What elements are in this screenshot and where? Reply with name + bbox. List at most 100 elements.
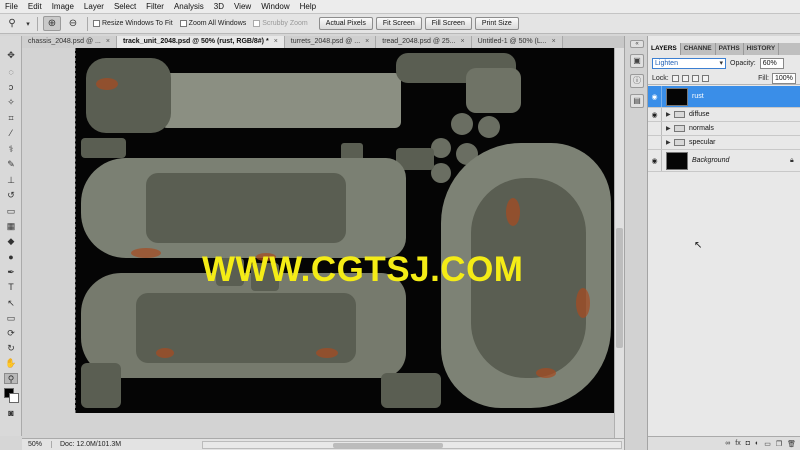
navigator-icon[interactable]: ▣ (630, 54, 644, 68)
close-icon[interactable]: × (461, 36, 465, 48)
fill-screen-button[interactable]: Fill Screen (424, 17, 472, 30)
lock-image-icon[interactable] (681, 74, 689, 82)
quick-mask-icon[interactable]: ◙ (4, 408, 18, 419)
background-color-swatch[interactable] (9, 393, 19, 403)
scrollbar-thumb[interactable] (333, 443, 443, 448)
dodge-tool-icon[interactable]: ● (4, 252, 18, 263)
zoom-all-windows-checkbox[interactable]: Zoom All Windows (179, 20, 246, 27)
lock-transparent-icon[interactable] (671, 74, 679, 82)
layer-background[interactable]: ◉ Background 🔒︎ (648, 150, 800, 172)
pen-tool-icon[interactable]: ✒ (4, 267, 18, 278)
collapse-icon[interactable]: « (630, 40, 644, 48)
menu-select[interactable]: Select (109, 0, 141, 14)
tab-untitled[interactable]: Untitled-1 @ 50% (L... × (471, 36, 563, 48)
doc-size-info[interactable]: Doc: 12.0M/101.3M (52, 441, 182, 448)
layer-group-normals[interactable]: ▶ normals (648, 122, 800, 136)
info-icon[interactable]: ⓘ (630, 74, 644, 88)
tab-channels[interactable]: CHANNE (681, 43, 716, 55)
eye-icon[interactable]: ◉ (648, 108, 662, 121)
new-group-icon[interactable]: ▭ (764, 440, 771, 448)
tab-layers[interactable]: LAYERS (648, 43, 681, 55)
eraser-tool-icon[interactable]: ▭ (4, 206, 18, 217)
new-layer-icon[interactable]: ❐ (776, 440, 782, 448)
move-tool-icon[interactable]: ✥ (4, 50, 18, 61)
tab-paths[interactable]: PATHS (716, 43, 744, 55)
menu-view[interactable]: View (229, 0, 256, 14)
scrubby-zoom-checkbox[interactable]: Scrubby Zoom (253, 20, 308, 27)
tab-turrets[interactable]: turrets_2048.psd @ ... × (284, 36, 377, 48)
fit-screen-button[interactable]: Fit Screen (375, 17, 422, 30)
checkbox-box[interactable] (253, 20, 261, 27)
checkbox-box[interactable] (179, 20, 187, 27)
eye-icon[interactable] (648, 136, 662, 149)
vertical-scrollbar[interactable] (614, 48, 624, 438)
layer-group-specular[interactable]: ▶ specular (648, 136, 800, 150)
expand-triangle-icon[interactable]: ▶ (666, 111, 674, 118)
close-icon[interactable]: × (365, 36, 369, 48)
trash-icon[interactable]: 🗑︎ (787, 440, 796, 448)
zoom-level[interactable]: 50% (22, 441, 52, 448)
layer-rust[interactable]: ◉ rust (648, 86, 800, 108)
shape-tool-icon[interactable]: ▭ (4, 313, 18, 324)
fill-input[interactable]: 100% (772, 72, 796, 84)
menu-analysis[interactable]: Analysis (169, 0, 209, 14)
healing-brush-tool-icon[interactable]: ⚕ (4, 144, 18, 155)
lasso-tool-icon[interactable]: ↄ (4, 82, 18, 93)
menu-image[interactable]: Image (47, 0, 79, 14)
path-selection-tool-icon[interactable]: ↖ (4, 298, 18, 309)
clone-stamp-tool-icon[interactable]: ⊥ (4, 175, 18, 186)
histogram-icon[interactable]: ▤ (630, 94, 644, 108)
expand-triangle-icon[interactable]: ▶ (666, 125, 674, 132)
document-canvas[interactable] (75, 48, 621, 413)
close-icon[interactable]: × (552, 36, 556, 48)
layer-mask-icon[interactable]: ◘ (746, 440, 750, 447)
3d-orbit-tool-icon[interactable]: ↻ (4, 343, 18, 354)
layer-group-diffuse[interactable]: ◉ ▶ diffuse (648, 108, 800, 122)
menu-filter[interactable]: Filter (141, 0, 169, 14)
blend-mode-select[interactable]: Lighten (652, 57, 726, 69)
close-icon[interactable]: × (274, 36, 278, 48)
eyedropper-tool-icon[interactable]: ⁄ (4, 128, 18, 139)
lock-all-icon[interactable] (701, 74, 709, 82)
horizontal-scrollbar[interactable] (202, 441, 622, 449)
menu-layer[interactable]: Layer (79, 0, 109, 14)
menu-help[interactable]: Help (295, 0, 321, 14)
tab-chassis[interactable]: chassis_2048.psd @ ... × (22, 36, 117, 48)
scrollbar-thumb[interactable] (616, 228, 623, 348)
menu-edit[interactable]: Edit (23, 0, 47, 14)
marquee-tool-icon[interactable]: ◌ (4, 67, 18, 78)
layer-style-icon[interactable]: fx (735, 440, 740, 447)
menu-3d[interactable]: 3D (209, 0, 229, 14)
zoom-in-icon[interactable]: ⊕ (43, 16, 61, 31)
zoom-tool-icon[interactable]: ⚲ (4, 373, 18, 384)
eye-icon[interactable]: ◉ (648, 86, 662, 107)
tab-history[interactable]: HISTORY (744, 43, 780, 55)
menu-file[interactable]: File (0, 0, 23, 14)
history-brush-tool-icon[interactable]: ↺ (4, 190, 18, 201)
close-icon[interactable]: × (106, 36, 110, 48)
print-size-button[interactable]: Print Size (474, 17, 519, 30)
zoom-out-icon[interactable]: ⊖ (64, 16, 82, 31)
adjustment-layer-icon[interactable]: ◐ (755, 440, 759, 447)
opacity-input[interactable]: 60% (759, 57, 784, 69)
zoom-tool-preset-icon[interactable]: ⚲ (3, 16, 21, 31)
3d-rotate-tool-icon[interactable]: ⟳ (4, 328, 18, 339)
eye-icon[interactable] (648, 122, 662, 135)
crop-tool-icon[interactable]: ⌗ (4, 113, 18, 124)
checkbox-box[interactable] (93, 20, 100, 27)
tab-track-unit[interactable]: track_unit_2048.psd @ 50% (rust, RGB/8#)… (116, 36, 285, 48)
expand-triangle-icon[interactable]: ▶ (666, 139, 674, 146)
menu-window[interactable]: Window (256, 0, 294, 14)
magic-wand-tool-icon[interactable]: ✧ (4, 97, 18, 108)
blur-tool-icon[interactable]: ◆ (4, 236, 18, 247)
link-layers-icon[interactable]: ∞ (725, 440, 730, 447)
tab-tread[interactable]: tread_2048.psd @ 25... × (376, 36, 472, 48)
resize-windows-checkbox[interactable]: Resize Windows To Fit (93, 20, 173, 27)
hand-tool-icon[interactable]: ✋ (4, 358, 18, 369)
gradient-tool-icon[interactable]: ▦ (4, 221, 18, 232)
brush-tool-icon[interactable]: ✎ (4, 159, 18, 170)
eye-icon[interactable]: ◉ (648, 150, 662, 171)
actual-pixels-button[interactable]: Actual Pixels (318, 17, 373, 30)
chevron-down-icon[interactable]: ▾ (24, 16, 32, 31)
type-tool-icon[interactable]: T (4, 282, 18, 293)
